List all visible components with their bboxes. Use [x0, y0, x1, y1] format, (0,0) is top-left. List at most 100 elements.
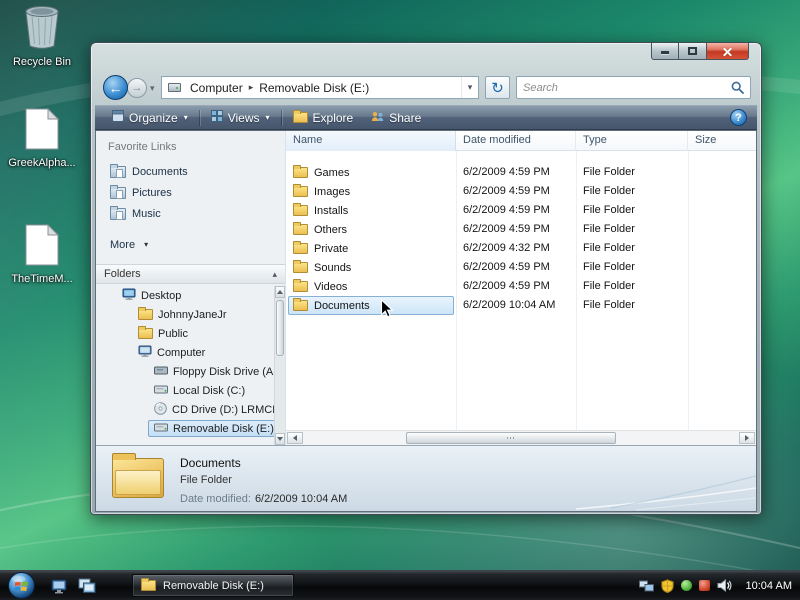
search-input[interactable] [523, 82, 731, 94]
close-button[interactable] [707, 43, 749, 60]
network-icon[interactable] [639, 580, 654, 592]
taskbar-window-button[interactable]: Removable Disk (E:) [132, 574, 294, 597]
column-header-date-modified[interactable]: Date modified [456, 131, 576, 151]
computer-icon [138, 345, 152, 360]
tree-label: Public [158, 328, 188, 340]
file-row-sounds[interactable]: Sounds 6/2/2009 4:59 PM File Folder [286, 258, 756, 277]
main-content: Favorite Links Documents Pictures Music … [96, 131, 756, 445]
file-row-installs[interactable]: Installs 6/2/2009 4:59 PM File Folder [286, 201, 756, 220]
scroll-right-arrow[interactable] [739, 432, 755, 444]
organize-button[interactable]: Organize ▾ [105, 107, 195, 128]
tree-item-removable-disk-e[interactable]: Removable Disk (E:) [96, 419, 274, 438]
scroll-up-arrow[interactable] [275, 286, 285, 298]
forward-button[interactable]: → [127, 78, 147, 98]
share-button[interactable]: Share [364, 108, 428, 128]
favorite-label: Pictures [132, 187, 172, 199]
column-header-name[interactable]: Name [286, 131, 456, 151]
folders-band[interactable]: Folders ▴ [96, 264, 285, 284]
scrollbar-thumb[interactable] [406, 432, 616, 444]
file-row-images[interactable]: Images 6/2/2009 4:59 PM File Folder [286, 182, 756, 201]
breadcrumb-dropdown[interactable]: ▾ [461, 77, 478, 98]
explore-label: Explore [313, 111, 354, 125]
toolbar-separator [199, 110, 200, 126]
folder-icon [293, 186, 308, 197]
scroll-left-arrow[interactable] [287, 432, 303, 444]
breadcrumb[interactable]: Computer ▸ Removable Disk (E:) ▾ [161, 76, 479, 99]
document-icon [25, 108, 59, 153]
file-row-others[interactable]: Others 6/2/2009 4:59 PM File Folder [286, 220, 756, 239]
minimize-icon [661, 51, 669, 54]
favorite-documents[interactable]: Documents [96, 161, 285, 182]
tree-item-desktop[interactable]: Desktop [96, 286, 274, 305]
maximize-button[interactable] [679, 43, 707, 60]
back-arrow-icon: ← [109, 80, 123, 96]
chevron-down-icon: ▾ [184, 113, 188, 122]
chevron-down-icon: ▾ [144, 240, 148, 249]
file-row-games[interactable]: Games 6/2/2009 4:59 PM File Folder [286, 163, 756, 182]
status-red-icon[interactable] [699, 580, 710, 591]
horizontal-scrollbar[interactable] [286, 430, 756, 445]
breadcrumb-current[interactable]: Removable Disk (E:) [254, 81, 374, 95]
desktop-icon-recycle-bin[interactable]: Recycle Bin [5, 5, 79, 69]
favorite-label: Music [132, 208, 161, 220]
share-icon [371, 111, 384, 125]
quick-launch [51, 578, 96, 594]
file-row-private[interactable]: Private 6/2/2009 4:32 PM File Folder [286, 239, 756, 258]
search-icon[interactable] [731, 81, 744, 94]
tree-item-cd-drive-d[interactable]: CD Drive (D:) LRMCF [96, 400, 274, 419]
folder-icon [141, 580, 156, 591]
documents-folder-icon [110, 166, 126, 178]
tree-scrollbar[interactable] [274, 286, 285, 445]
cd-disc-icon [154, 402, 167, 418]
navigation-pane: Favorite Links Documents Pictures Music … [96, 131, 286, 445]
recent-pages-dropdown[interactable]: ▾ [150, 83, 155, 94]
explore-button[interactable]: Explore [286, 108, 361, 128]
scroll-down-arrow[interactable] [275, 433, 285, 445]
favorite-music[interactable]: Music [96, 203, 285, 224]
desktop-icon-thetimem[interactable]: TheTimeM... [5, 224, 79, 286]
hard-drive-icon [154, 384, 168, 397]
desktop-icon-label: Recycle Bin [13, 56, 71, 69]
taskbar-clock[interactable]: 10:04 AM [746, 580, 792, 592]
volume-icon[interactable] [717, 579, 732, 592]
user-folder-icon [138, 309, 153, 320]
file-row-documents-selected[interactable]: Documents 6/2/2009 10:04 AM File Folder [286, 296, 756, 315]
security-shield-icon[interactable] [661, 579, 674, 593]
folders-title: Folders [104, 268, 141, 280]
help-button[interactable]: ? [730, 109, 747, 126]
start-button[interactable] [8, 572, 35, 599]
file-row-videos[interactable]: Videos 6/2/2009 4:59 PM File Folder [286, 277, 756, 296]
column-header-size[interactable]: Size [688, 131, 756, 151]
more-link[interactable]: More ▾ [96, 234, 285, 255]
details-pane: Documents File Folder Date modified:6/2/… [96, 445, 756, 511]
content-frame: Favorite Links Documents Pictures Music … [95, 130, 757, 512]
explore-icon [293, 112, 308, 123]
file-list: Name Date modified Type Size Games 6/2/2… [286, 131, 756, 445]
floppy-drive-icon [154, 365, 168, 378]
tree-label: Floppy Disk Drive (A [173, 366, 273, 378]
drive-icon [162, 83, 185, 92]
views-button[interactable]: Views ▾ [204, 107, 277, 128]
quick-launch-icon-1[interactable] [51, 578, 69, 594]
breadcrumb-computer[interactable]: Computer [185, 81, 248, 95]
chevron-up-icon: ▴ [272, 269, 277, 280]
selected-folder-icon [112, 458, 164, 498]
back-button[interactable]: ← [103, 75, 128, 100]
tree-item-johnnyjanejr[interactable]: JohnnyJaneJr [96, 305, 274, 324]
quick-launch-icon-2[interactable] [78, 578, 96, 594]
refresh-button[interactable]: ↻ [485, 76, 510, 99]
forward-arrow-icon: → [132, 82, 143, 94]
desktop-monitor-icon [122, 288, 136, 303]
status-green-icon[interactable] [681, 580, 692, 591]
organize-label: Organize [129, 111, 178, 125]
scrollbar-thumb[interactable] [276, 300, 284, 356]
pictures-folder-icon [110, 187, 126, 199]
tree-item-computer[interactable]: Computer [96, 343, 274, 362]
favorite-pictures[interactable]: Pictures [96, 182, 285, 203]
column-header-type[interactable]: Type [576, 131, 688, 151]
tree-item-floppy-drive[interactable]: Floppy Disk Drive (A [96, 362, 274, 381]
tree-item-local-disk-c[interactable]: Local Disk (C:) [96, 381, 274, 400]
desktop-icon-greekalpha[interactable]: GreekAlpha... [5, 108, 79, 170]
tree-item-public[interactable]: Public [96, 324, 274, 343]
minimize-button[interactable] [651, 43, 679, 60]
